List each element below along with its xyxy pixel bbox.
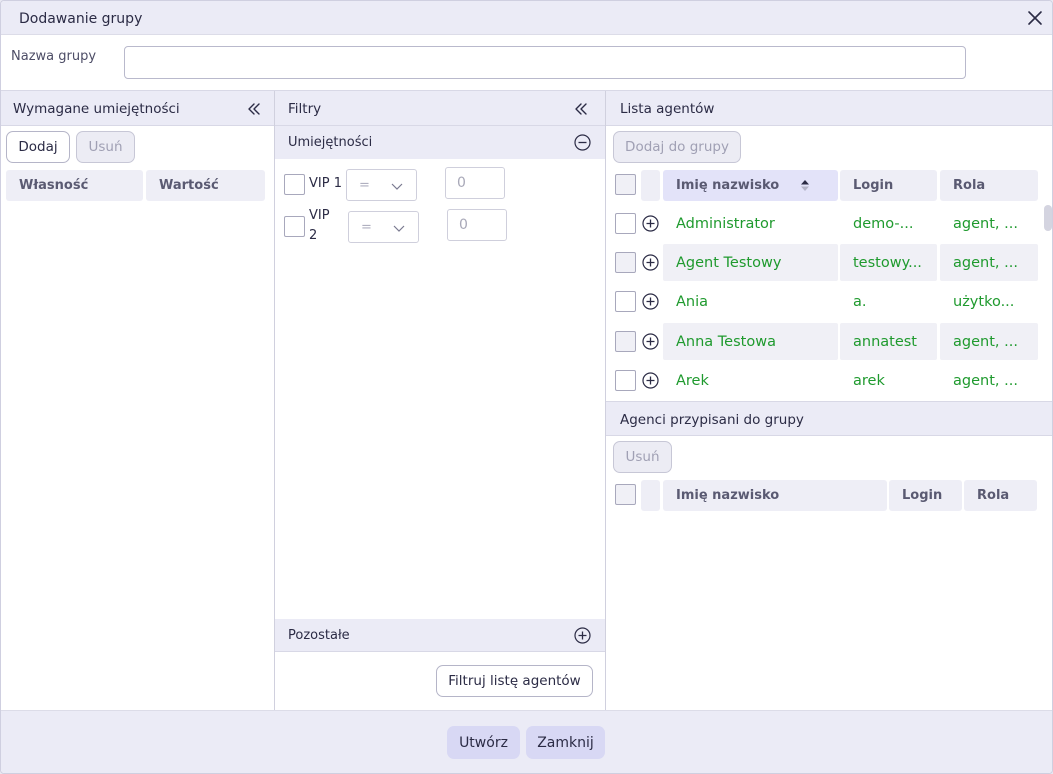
column-property[interactable]: Własność [6, 170, 143, 201]
chevron-down-icon [390, 179, 404, 193]
vip1-value-input[interactable]: 0 [445, 167, 505, 199]
group-name-input[interactable] [124, 46, 966, 79]
remove-assigned-button[interactable]: Usuń [613, 441, 672, 473]
table-row[interactable]: Ania a. użytko... [612, 283, 1038, 320]
plus-circle-icon[interactable] [642, 372, 659, 389]
column-login[interactable]: Login [840, 170, 937, 201]
agent-name: Arek [676, 372, 709, 389]
vip2-value-input[interactable]: 0 [447, 209, 507, 241]
plus-circle-icon[interactable] [574, 627, 591, 644]
filter-agents-button[interactable]: Filtruj listę agentów [436, 665, 593, 697]
agent-login: a. [853, 293, 867, 310]
assigned-column-name[interactable]: Imię nazwisko [663, 480, 887, 511]
row-checkbox[interactable] [615, 331, 636, 352]
vip1-checkbox[interactable] [284, 174, 305, 195]
agents-list-title: Lista agentów [620, 101, 715, 117]
column-value[interactable]: Wartość [146, 170, 265, 201]
other-section-title: Pozostałe [288, 628, 350, 643]
table-row[interactable]: Arek arek agent, ... [612, 362, 1038, 399]
assigned-agents-title: Agenci przypisani do grupy [620, 412, 804, 428]
close-button[interactable]: Zamknij [526, 726, 605, 759]
agent-role: agent, ... [940, 244, 1038, 281]
minus-circle-icon[interactable] [574, 134, 591, 151]
select-all-assigned-checkbox[interactable] [615, 484, 636, 505]
assigned-agents-header: Agenci przypisani do grupy [606, 401, 1052, 436]
sort-icon[interactable] [800, 179, 810, 192]
add-group-dialog: Dodawanie grupy Nazwa grupy Wymagane umi… [0, 0, 1053, 774]
assigned-column-login[interactable]: Login [889, 480, 962, 511]
agent-role: agent, ... [953, 372, 1018, 389]
close-icon[interactable] [1026, 9, 1044, 27]
other-section-header[interactable]: Pozostałe [275, 619, 605, 652]
assigned-column-role[interactable]: Rola [964, 480, 1037, 511]
column-expand [641, 480, 660, 511]
dialog-footer: Utwórz Zamknij [1, 710, 1052, 773]
agent-login: demo-... [853, 215, 914, 232]
table-row[interactable]: Anna Testowa annatest agent, ... [612, 323, 1038, 360]
group-name-row: Nazwa grupy [1, 35, 1052, 91]
add-skill-button[interactable]: Dodaj [6, 131, 70, 163]
agent-login: testowy... [840, 244, 937, 281]
dialog-titlebar: Dodawanie grupy [1, 1, 1052, 35]
row-checkbox[interactable] [615, 370, 636, 391]
agent-name: Ania [676, 293, 709, 310]
chevron-down-icon [392, 221, 406, 235]
column-name[interactable]: Imię nazwisko [663, 170, 838, 201]
row-checkbox[interactable] [615, 291, 636, 312]
column-expand [641, 170, 660, 201]
plus-circle-icon[interactable] [642, 333, 659, 350]
agent-login: annatest [840, 323, 937, 360]
dialog-title: Dodawanie grupy [19, 11, 143, 27]
agent-role: użytko... [953, 293, 1015, 310]
plus-circle-icon[interactable] [642, 254, 659, 271]
plus-circle-icon[interactable] [642, 215, 659, 232]
table-row[interactable]: Agent Testowy testowy... agent, ... [612, 244, 1038, 281]
divider-left [274, 91, 275, 710]
agent-login: arek [853, 372, 885, 389]
vip1-label: VIP 1 [309, 176, 342, 191]
table-row[interactable]: Administrator demo-... agent, ... [612, 205, 1038, 242]
plus-circle-icon[interactable] [642, 293, 659, 310]
row-checkbox[interactable] [615, 252, 636, 273]
vip1-operator-value: = [359, 178, 370, 193]
vip2-label: VIP 2 [309, 208, 330, 243]
vip1-operator-select[interactable]: = [346, 169, 417, 201]
vip2-operator-select[interactable]: = [348, 211, 419, 243]
group-name-label: Nazwa grupy [11, 49, 97, 64]
filters-title: Filtry [288, 101, 322, 117]
filters-header: Filtry [275, 91, 605, 126]
column-name-label: Imię nazwisko [676, 178, 780, 193]
agent-name: Agent Testowy [663, 244, 838, 281]
add-to-group-button[interactable]: Dodaj do grupy [613, 131, 741, 163]
row-checkbox[interactable] [615, 213, 636, 234]
skills-section-header[interactable]: Umiejętności [275, 126, 605, 159]
required-skills-header: Wymagane umiejętności [1, 91, 274, 126]
skills-section-title: Umiejętności [288, 135, 373, 150]
scrollbar-thumb[interactable] [1044, 205, 1052, 231]
agents-list-header: Lista agentów [606, 91, 1052, 126]
vip2-checkbox[interactable] [284, 216, 305, 237]
collapse-left-icon[interactable] [246, 101, 262, 117]
create-button[interactable]: Utwórz [447, 726, 520, 759]
required-skills-title: Wymagane umiejętności [13, 101, 180, 117]
agent-role: agent, ... [953, 215, 1018, 232]
agent-role: agent, ... [940, 323, 1038, 360]
vip2-operator-value: = [361, 220, 372, 235]
agent-name: Administrator [676, 215, 775, 232]
remove-skill-button[interactable]: Usuń [76, 131, 135, 163]
agent-name: Anna Testowa [663, 323, 838, 360]
column-role[interactable]: Rola [940, 170, 1038, 201]
collapse-middle-icon[interactable] [573, 101, 589, 117]
select-all-checkbox[interactable] [615, 174, 636, 195]
